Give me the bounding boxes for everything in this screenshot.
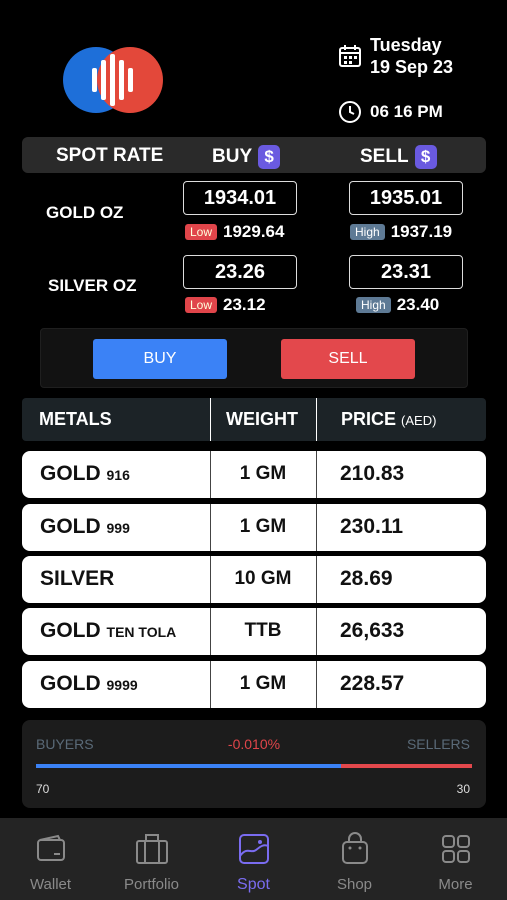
metals-column-header: METALS bbox=[39, 409, 112, 429]
day-text: Tuesday bbox=[370, 35, 442, 55]
spot-rate-header: SPOT RATE BUY $ SELL $ bbox=[22, 137, 486, 173]
nav-item-wallet[interactable]: Wallet bbox=[0, 818, 101, 900]
metal-price: 230.11 bbox=[340, 515, 404, 538]
sentiment-bar bbox=[36, 764, 472, 768]
gold-oz-label: GOLD OZ bbox=[46, 203, 124, 222]
bottom-nav: Wallet Portfolio Spot Shop More bbox=[0, 818, 507, 900]
metal-name-text: SILVER bbox=[40, 567, 115, 590]
spot-rate-title: SPOT RATE bbox=[56, 145, 164, 166]
buy-header-label: BUY bbox=[212, 146, 253, 168]
silver-oz-label: SILVER OZ bbox=[48, 276, 137, 295]
silver-buy-rate: 23.26 bbox=[183, 255, 297, 289]
trade-actions: BUY SELL bbox=[40, 328, 468, 388]
table-row[interactable]: GOLD 916 1 GM 210.83 bbox=[22, 451, 486, 498]
nav-label-portfolio: Portfolio bbox=[123, 876, 180, 893]
gold-sell-rate: 1935.01 bbox=[349, 181, 463, 215]
gold-high-value: 1937.19 bbox=[390, 222, 453, 241]
column-divider bbox=[316, 398, 317, 441]
sellers-label: SELLERS bbox=[406, 736, 470, 752]
buyers-sellers-panel: BUYERS -0.010% SELLERS 70 30 bbox=[22, 720, 486, 808]
metal-name-text: GOLD bbox=[40, 515, 101, 538]
low-tag: Low bbox=[185, 297, 218, 313]
metals-table-header: METALS WEIGHT PRICE (AED) bbox=[22, 398, 486, 441]
buy-button[interactable]: BUY bbox=[93, 339, 227, 379]
metal-weight: 10 GM bbox=[234, 568, 292, 589]
chart-image-icon bbox=[239, 834, 269, 864]
metal-name-text: GOLD bbox=[40, 619, 101, 642]
nav-label-wallet: Wallet bbox=[29, 876, 72, 893]
nav-item-more[interactable]: More bbox=[405, 818, 506, 900]
high-tag: High bbox=[356, 297, 391, 313]
metal-price: 28.69 bbox=[340, 567, 393, 590]
dollar-icon: $ bbox=[258, 145, 281, 169]
shopping-bag-icon bbox=[342, 832, 368, 864]
buyers-fill bbox=[36, 764, 342, 768]
metal-name: GOLD 916 bbox=[40, 462, 130, 486]
buyers-count: 70 bbox=[36, 782, 50, 796]
metal-purity: TEN TOLA bbox=[106, 624, 177, 640]
metal-purity: 916 bbox=[106, 467, 130, 483]
metal-name: GOLD 9999 bbox=[40, 672, 138, 696]
gold-low: Low 1929.64 bbox=[185, 222, 284, 242]
table-row[interactable]: SILVER 10 GM 28.69 bbox=[22, 556, 486, 603]
grid-icon bbox=[442, 835, 470, 863]
silver-sell-rate: 23.31 bbox=[349, 255, 463, 289]
metal-name: GOLD TEN TOLA bbox=[40, 619, 176, 643]
calendar-icon bbox=[339, 45, 361, 67]
datetime-panel: Tuesday 19 Sep 23 06 16 PM bbox=[338, 34, 488, 124]
table-row[interactable]: GOLD 999 1 GM 230.11 bbox=[22, 504, 486, 551]
column-divider bbox=[210, 398, 211, 441]
dollar-icon: $ bbox=[414, 145, 437, 169]
date-text: 19 Sep 23 bbox=[370, 57, 454, 77]
high-tag: High bbox=[350, 224, 385, 240]
app-logo bbox=[63, 47, 163, 113]
nav-item-portfolio[interactable]: Portfolio bbox=[101, 818, 202, 900]
silver-low-value: 23.12 bbox=[223, 295, 266, 314]
nav-label-spot: Spot bbox=[237, 876, 270, 893]
metal-price: 210.83 bbox=[340, 462, 405, 485]
metal-price: 228.57 bbox=[340, 672, 405, 695]
metal-purity: 9999 bbox=[106, 677, 138, 693]
briefcase-icon bbox=[136, 834, 168, 864]
metal-name: GOLD 999 bbox=[40, 515, 130, 539]
silver-low: Low 23.12 bbox=[185, 295, 266, 315]
low-tag: Low bbox=[185, 224, 218, 240]
sell-header: SELL $ bbox=[360, 145, 437, 169]
sellers-count: 30 bbox=[456, 782, 470, 796]
clock-icon bbox=[339, 101, 361, 123]
gold-low-value: 1929.64 bbox=[223, 222, 285, 241]
table-row[interactable]: GOLD TEN TOLA TTB 26,633 bbox=[22, 608, 486, 655]
weight-column-header: WEIGHT bbox=[226, 409, 298, 429]
time-text: 06 16 PM bbox=[370, 102, 443, 121]
metal-weight: 1 GM bbox=[239, 463, 287, 484]
metal-name: SILVER bbox=[40, 567, 114, 591]
metal-weight: 1 GM bbox=[239, 516, 287, 537]
metal-weight: 1 GM bbox=[239, 673, 287, 694]
nav-item-spot[interactable]: Spot bbox=[203, 818, 304, 900]
metal-purity: 999 bbox=[106, 520, 130, 536]
nav-item-shop[interactable]: Shop bbox=[304, 818, 405, 900]
price-column-header: PRICE (AED) bbox=[341, 409, 436, 430]
gold-high: High 1937.19 bbox=[350, 222, 452, 242]
metal-name-text: GOLD bbox=[40, 462, 101, 485]
buy-header: BUY $ bbox=[212, 145, 281, 169]
metal-price: 26,633 bbox=[340, 619, 405, 642]
table-row[interactable]: GOLD 9999 1 GM 228.57 bbox=[22, 661, 486, 708]
metal-name-text: GOLD bbox=[40, 672, 101, 695]
metal-weight: TTB bbox=[244, 620, 282, 641]
silver-high-value: 23.40 bbox=[396, 295, 440, 314]
wallet-icon bbox=[37, 834, 65, 861]
price-unit: (AED) bbox=[401, 413, 437, 428]
sell-header-label: SELL bbox=[360, 146, 409, 168]
price-header-label: PRICE bbox=[341, 409, 397, 429]
silver-high: High 23.40 bbox=[356, 295, 439, 315]
gold-buy-rate: 1934.01 bbox=[183, 181, 297, 215]
nav-label-more: More bbox=[438, 876, 473, 893]
sellers-fill bbox=[341, 764, 472, 768]
sell-button[interactable]: SELL bbox=[281, 339, 415, 379]
nav-label-shop: Shop bbox=[336, 876, 373, 893]
